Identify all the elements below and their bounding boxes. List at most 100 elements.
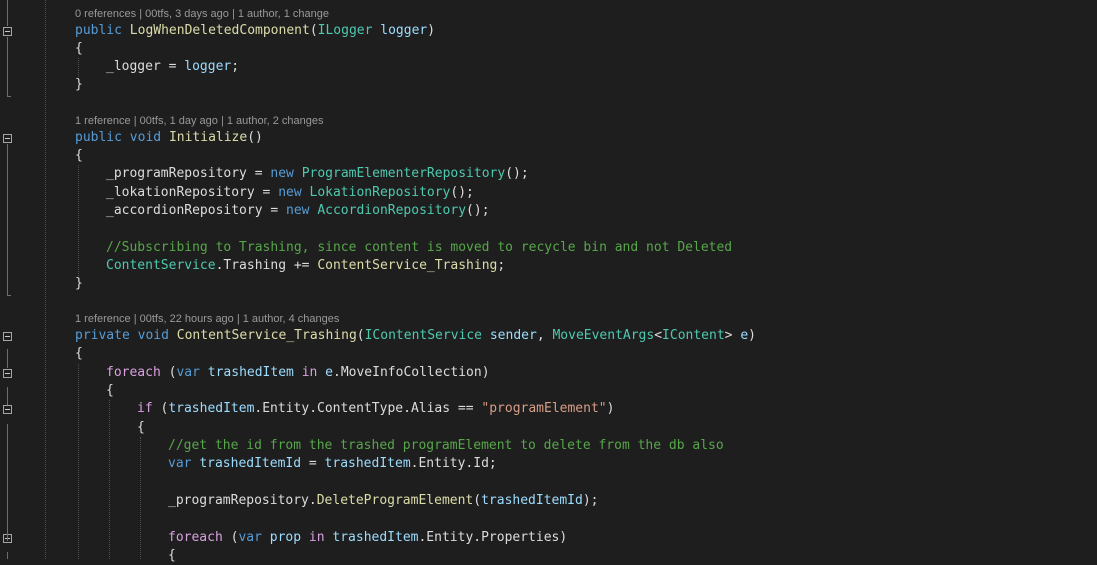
- code-token: (: [152, 401, 169, 416]
- code-token: ;: [497, 258, 506, 273]
- code-token: trashedItem: [168, 401, 255, 416]
- code-token: var: [168, 456, 192, 471]
- code-line: foreach (var trashedItem in e.MoveInfoCo…: [0, 364, 1097, 382]
- code-text: public LogWhenDeletedComponent(ILogger l…: [75, 22, 435, 40]
- code-token: _programRepository =: [106, 166, 271, 181]
- code-token: ContentService_Trashing: [317, 258, 498, 273]
- code-token: //Subscribing to Trashing, since content…: [106, 240, 733, 255]
- code-token: {: [137, 420, 145, 435]
- code-token: new: [270, 166, 294, 181]
- code-token: _programRepository.: [168, 493, 317, 508]
- codelens-text: 1 reference | 00tfs, 1 day ago | 1 autho…: [75, 115, 324, 127]
- code-text: foreach (var prop in trashedItem.Entity.…: [168, 529, 567, 547]
- code-token: trashedItem: [324, 456, 411, 471]
- code-text: }: [75, 275, 83, 293]
- code-line: {: [0, 147, 1097, 165]
- code-line: _lokationRepository = new LokationReposi…: [0, 184, 1097, 202]
- code-line: }: [0, 275, 1097, 293]
- indent-guide: [140, 437, 141, 559]
- code-text: ContentService.Trashing += ContentServic…: [106, 257, 505, 275]
- code-token: logger: [380, 23, 428, 38]
- code-line: {: [0, 547, 1097, 565]
- code-token: LokationRepository: [309, 185, 451, 200]
- code-line: _programRepository = new ProgramElemente…: [0, 165, 1097, 183]
- code-token: .Entity.Properties): [418, 530, 568, 545]
- code-text: //Subscribing to Trashing, since content…: [106, 239, 732, 257]
- code-token: new: [278, 185, 302, 200]
- code-token: _accordionRepository =: [106, 203, 287, 218]
- code-token: in: [308, 530, 325, 545]
- code-token: ): [427, 23, 436, 38]
- code-token: trashedItemId: [199, 456, 302, 471]
- code-line: //Subscribing to Trashing, since content…: [0, 239, 1097, 257]
- code-line: _logger = logger;: [0, 58, 1097, 76]
- code-token: foreach: [168, 530, 223, 545]
- outline-end-tick: [7, 96, 11, 97]
- code-line: //get the id from the trashed programEle…: [0, 437, 1097, 455]
- code-token: logger: [184, 59, 232, 74]
- code-token: prop: [269, 530, 302, 545]
- code-editor[interactable]: 0 references | 00tfs, 3 days ago | 1 aut…: [0, 0, 1097, 563]
- code-line: public LogWhenDeletedComponent(ILogger l…: [0, 22, 1097, 40]
- code-token: ILogger: [317, 23, 373, 38]
- code-token: {: [106, 383, 114, 398]
- code-text: {: [106, 382, 114, 400]
- code-token: =: [301, 456, 325, 471]
- code-text: public void Initialize(): [75, 129, 263, 147]
- code-token: var: [176, 365, 200, 380]
- code-token: ,: [536, 328, 553, 343]
- code-line: private void ContentService_Trashing(ICo…: [0, 327, 1097, 345]
- code-token: (: [356, 328, 365, 343]
- code-token: public: [75, 23, 122, 38]
- code-line: var trashedItemId = trashedItem.Entity.I…: [0, 455, 1097, 473]
- code-token: in: [301, 365, 318, 380]
- code-line: _accordionRepository = new AccordionRepo…: [0, 202, 1097, 220]
- indent-guide: [78, 364, 79, 559]
- code-token: if: [137, 401, 153, 416]
- indent-guide: [45, 0, 46, 559]
- code-token: .Entity.ContentType.Alias ==: [254, 401, 482, 416]
- code-token: .Entity.Id;: [410, 456, 497, 471]
- code-token: trashedItem: [332, 530, 419, 545]
- code-text: {: [75, 147, 83, 165]
- codelens-text: 1 reference | 00tfs, 22 hours ago | 1 au…: [75, 313, 340, 325]
- code-line: {: [0, 345, 1097, 363]
- code-token: void: [129, 130, 162, 145]
- code-text: //get the id from the trashed programEle…: [168, 437, 724, 455]
- code-line: }: [0, 76, 1097, 94]
- code-text: _logger = logger;: [106, 58, 239, 76]
- codelens-info[interactable]: 1 reference | 00tfs, 1 day ago | 1 autho…: [0, 113, 1097, 129]
- code-token: ();: [466, 203, 490, 218]
- codelens-info[interactable]: 1 reference | 00tfs, 22 hours ago | 1 au…: [0, 311, 1097, 327]
- code-token: IContent: [662, 328, 725, 343]
- code-token: .Trashing +=: [215, 258, 318, 273]
- code-text: var trashedItemId = trashedItem.Entity.I…: [168, 455, 497, 473]
- code-token: "programElement": [481, 401, 607, 416]
- code-token: new: [286, 203, 310, 218]
- code-line: if (trashedItem.Entity.ContentType.Alias…: [0, 400, 1097, 418]
- code-token: ();: [505, 166, 529, 181]
- code-token: <: [654, 328, 663, 343]
- code-token: var: [238, 530, 262, 545]
- code-line: {: [0, 40, 1097, 58]
- code-token: {: [75, 41, 83, 56]
- code-line: public void Initialize(): [0, 129, 1097, 147]
- codelens-text: 0 references | 00tfs, 3 days ago | 1 aut…: [75, 8, 329, 20]
- codelens-info[interactable]: 0 references | 00tfs, 3 days ago | 1 aut…: [0, 6, 1097, 22]
- code-token: .MoveInfoCollection): [333, 365, 490, 380]
- code-token: sender: [489, 328, 537, 343]
- code-text: {: [75, 345, 83, 363]
- code-text: {: [168, 547, 176, 565]
- code-text: _programRepository.DeleteProgramElement(…: [168, 492, 599, 510]
- code-token: {: [75, 346, 83, 361]
- code-token: (: [309, 23, 318, 38]
